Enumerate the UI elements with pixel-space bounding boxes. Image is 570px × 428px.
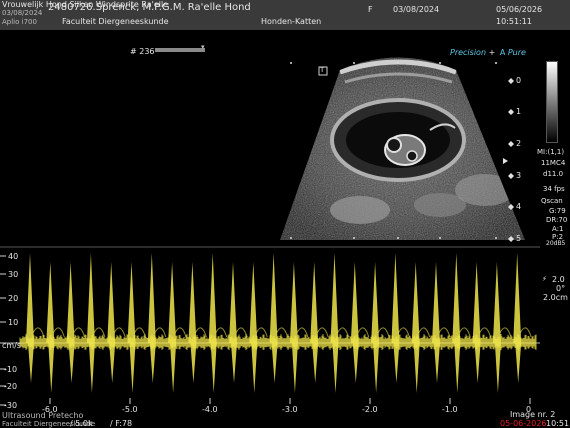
x-label-1: -1.0 bbox=[442, 405, 458, 414]
waveform-spike bbox=[249, 262, 258, 393]
waveform-spike bbox=[452, 253, 461, 393]
waveform-spike bbox=[269, 253, 278, 383]
y-unit: cm/s bbox=[2, 341, 22, 350]
waveform-spike bbox=[26, 253, 34, 383]
y-label-10: 10 bbox=[8, 318, 19, 327]
y-label-40: 40 bbox=[8, 252, 19, 261]
waveform-spike bbox=[46, 262, 55, 393]
waveform-spike bbox=[168, 262, 177, 393]
waveform-tail bbox=[276, 327, 289, 338]
y-label-minus20: -20 bbox=[4, 382, 18, 391]
waveform-tail bbox=[479, 327, 492, 338]
waveform-spike bbox=[411, 262, 420, 393]
waveform-spike bbox=[310, 262, 319, 383]
waveform-spike bbox=[472, 262, 481, 383]
waveform-tail bbox=[458, 327, 471, 338]
y-label-20: 20 bbox=[8, 294, 19, 303]
waveform-spike bbox=[432, 262, 440, 383]
waveform bbox=[19, 253, 537, 393]
waveform-spike bbox=[371, 262, 380, 393]
filter-value: / F:78 bbox=[110, 419, 133, 428]
waveform-tail bbox=[52, 327, 65, 338]
waveform-spike bbox=[208, 253, 217, 393]
doppler-spectrum bbox=[0, 246, 540, 406]
y-label-30: 30 bbox=[8, 270, 19, 279]
waveform-spike bbox=[86, 253, 95, 393]
x-label-3: -3.0 bbox=[282, 405, 298, 414]
x-label-2: -2.0 bbox=[362, 405, 378, 414]
waveform-tail bbox=[499, 327, 512, 338]
waveform-tail bbox=[377, 327, 390, 338]
waveform-tail bbox=[255, 327, 268, 338]
waveform-spike bbox=[513, 253, 522, 383]
footer-time: 10:51 bbox=[546, 419, 570, 428]
waveform-spike bbox=[350, 262, 359, 383]
waveform-spike bbox=[188, 262, 197, 383]
waveform-tail bbox=[357, 327, 370, 338]
y-label-minus10: -10 bbox=[4, 365, 18, 374]
waveform-tail bbox=[235, 327, 248, 338]
image-number: Image nr. 2 bbox=[510, 410, 556, 419]
prf-value: / 5.0k bbox=[70, 419, 93, 428]
waveform-tail bbox=[32, 327, 45, 338]
waveform-spike bbox=[492, 262, 501, 393]
waveform-tail bbox=[154, 327, 167, 338]
waveform-spike bbox=[289, 262, 298, 393]
waveform-spike bbox=[229, 262, 237, 383]
footer-date: 05-06-2026 bbox=[500, 419, 547, 428]
waveform-spike bbox=[147, 253, 156, 383]
x-label-5: -5.0 bbox=[122, 405, 138, 414]
waveform-spike bbox=[66, 262, 75, 383]
waveform-spike bbox=[391, 253, 400, 383]
x-label-4: -4.0 bbox=[202, 405, 218, 414]
waveform-spike bbox=[107, 262, 116, 383]
y-label-minus30: -30 bbox=[4, 401, 18, 410]
waveform-spike bbox=[127, 262, 136, 393]
x-axis-ticks bbox=[49, 398, 531, 404]
waveform-spike bbox=[330, 253, 339, 393]
